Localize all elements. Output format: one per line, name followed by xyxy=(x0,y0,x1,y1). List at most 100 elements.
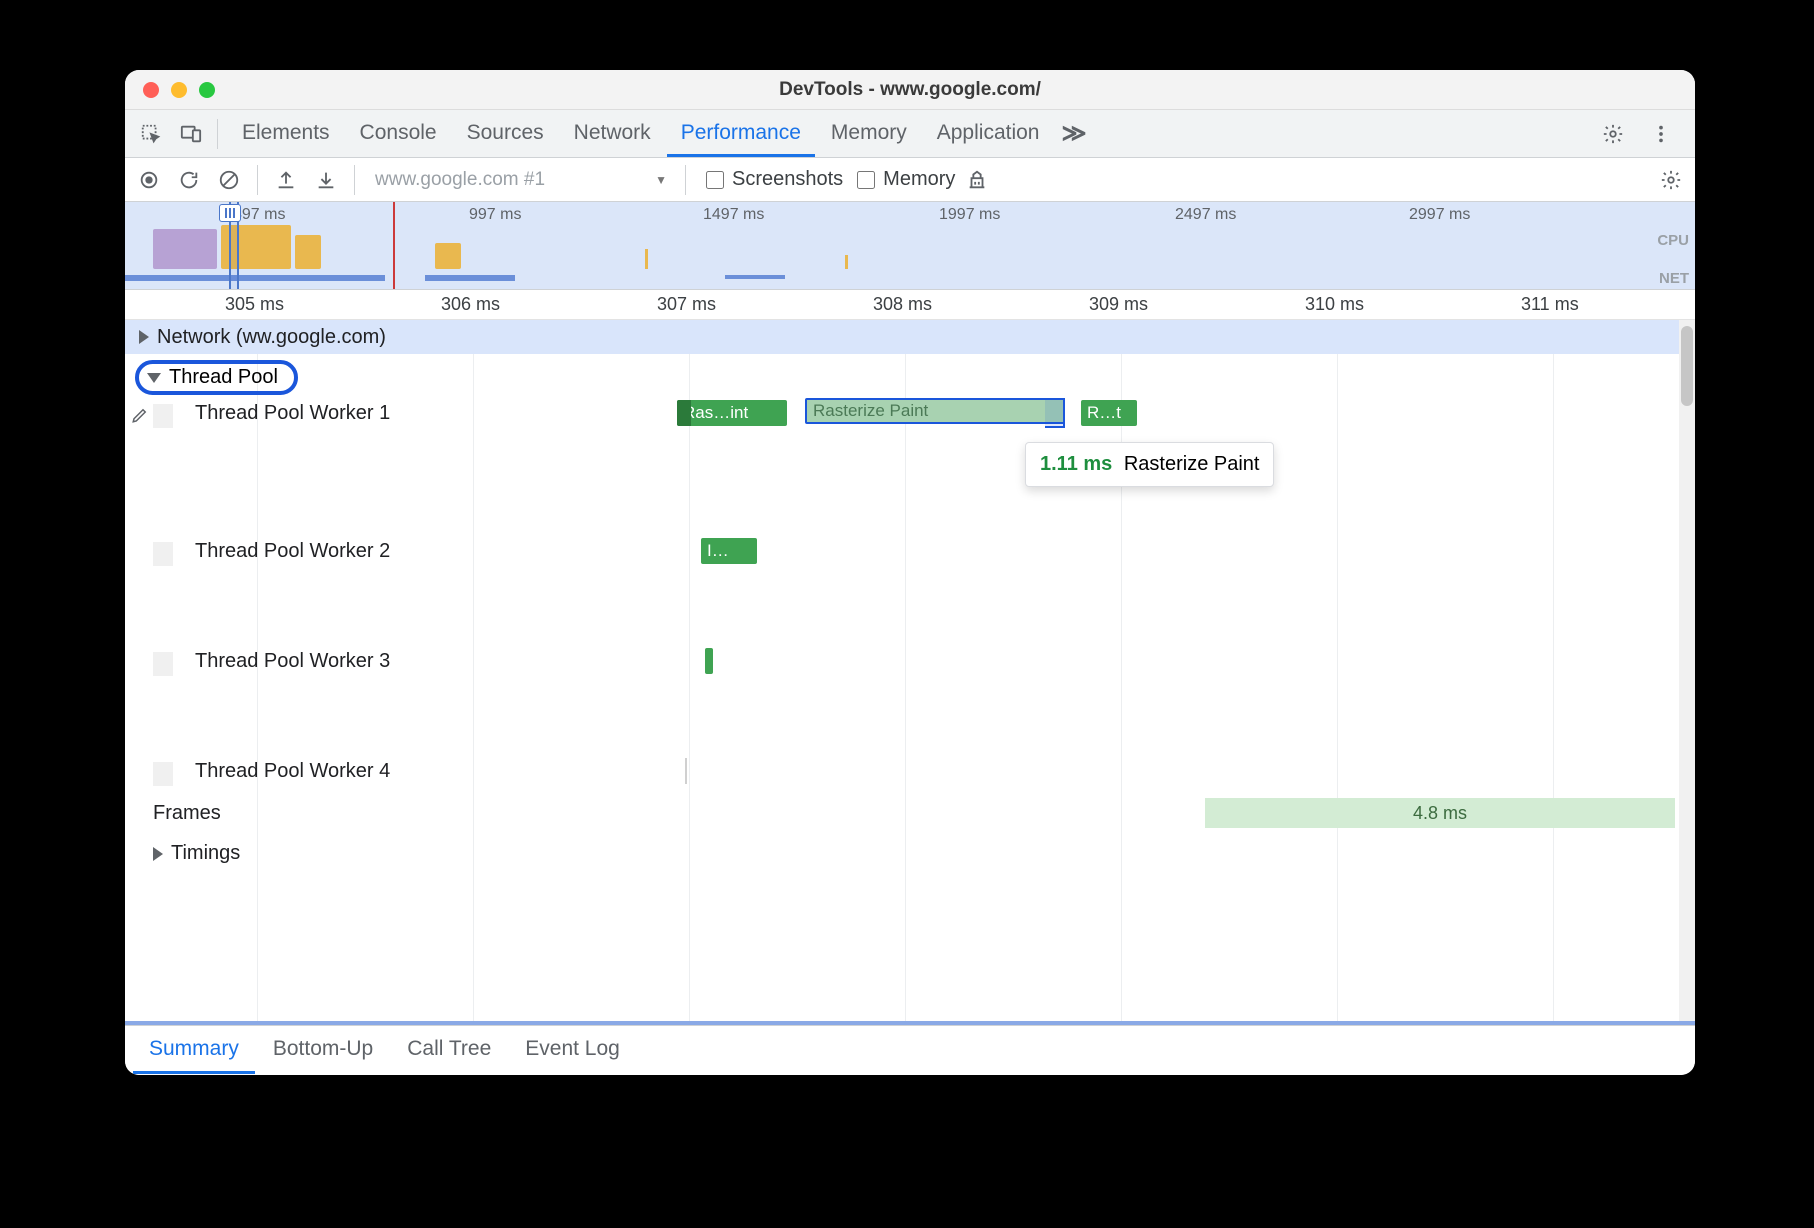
performance-toolbar: ▼ Screenshots Memory xyxy=(125,158,1695,202)
tab-sources[interactable]: Sources xyxy=(453,111,558,157)
profile-selector[interactable] xyxy=(365,165,675,195)
details-tab-call-tree[interactable]: Call Tree xyxy=(391,1027,507,1074)
details-tab-summary[interactable]: Summary xyxy=(133,1027,255,1074)
tab-performance[interactable]: Performance xyxy=(667,111,815,157)
screenshots-checkbox[interactable]: Screenshots xyxy=(706,168,843,191)
upload-profile-icon[interactable] xyxy=(268,162,304,198)
tooltip-duration: 1.11 ms xyxy=(1040,453,1112,475)
overview-marker xyxy=(393,202,395,289)
expand-arrow-icon xyxy=(153,847,163,861)
overview-activity xyxy=(645,249,648,269)
worker-4-label[interactable]: Thread Pool Worker 4 xyxy=(195,760,390,783)
event-prefix xyxy=(677,400,691,426)
event-selection-extent xyxy=(1045,398,1065,428)
titlebar: DevTools - www.google.com/ xyxy=(125,70,1695,110)
overview-network-bar xyxy=(725,275,785,279)
track-label-bg xyxy=(153,404,173,428)
screenshots-checkbox-input[interactable] xyxy=(706,171,724,189)
event-tiny[interactable] xyxy=(685,758,687,784)
worker-1-label[interactable]: Thread Pool Worker 1 xyxy=(195,402,390,425)
ruler-tick: 311 ms xyxy=(1521,294,1579,315)
kebab-menu-icon[interactable] xyxy=(1641,114,1681,154)
separator xyxy=(217,119,218,149)
track-network-header[interactable]: Network (ww.google.com) xyxy=(125,320,1679,354)
scrollbar-thumb[interactable] xyxy=(1681,326,1693,406)
overview-activity xyxy=(435,243,461,269)
track-label-bg xyxy=(153,652,173,676)
more-tabs-icon[interactable]: ≫ xyxy=(1055,119,1092,148)
record-button-icon[interactable] xyxy=(131,162,167,198)
memory-checkbox-input[interactable] xyxy=(857,171,875,189)
details-tab-event-log[interactable]: Event Log xyxy=(509,1027,636,1074)
overview-activity xyxy=(295,235,321,269)
track-thread-pool-header[interactable]: Thread Pool xyxy=(135,360,298,395)
timeline-overview[interactable]: 497 ms 997 ms 1497 ms 1997 ms 2497 ms 29… xyxy=(125,202,1695,290)
memory-label: Memory xyxy=(883,168,955,191)
tooltip-name: Rasterize Paint xyxy=(1124,453,1260,475)
event-rasterize-1[interactable]: Ras…int xyxy=(677,400,787,426)
overview-net-label: NET xyxy=(1659,270,1689,287)
vertical-scrollbar[interactable] xyxy=(1679,320,1695,1021)
ruler-tick: 307 ms xyxy=(657,294,716,315)
event-tooltip: 1.11 ms Rasterize Paint xyxy=(1025,442,1274,487)
expand-arrow-icon xyxy=(139,330,149,344)
event-small[interactable] xyxy=(705,648,713,674)
tab-memory[interactable]: Memory xyxy=(817,111,921,157)
overview-tick: 1997 ms xyxy=(939,206,1000,224)
close-window-button[interactable] xyxy=(143,82,159,98)
device-toolbar-icon[interactable] xyxy=(171,114,211,154)
event-image-decode[interactable]: I… xyxy=(701,538,757,564)
zoom-window-button[interactable] xyxy=(199,82,215,98)
overview-network-bar xyxy=(125,275,385,281)
overview-tick: 2497 ms xyxy=(1175,206,1236,224)
event-rasterize-3[interactable]: R…t xyxy=(1081,400,1137,426)
timings-row-header[interactable]: Timings xyxy=(153,842,240,865)
window-title: DevTools - www.google.com/ xyxy=(125,79,1695,101)
details-tab-strip: Summary Bottom-Up Call Tree Event Log xyxy=(125,1025,1695,1075)
separator xyxy=(685,165,686,195)
memory-checkbox[interactable]: Memory xyxy=(857,168,955,191)
frames-row-label[interactable]: Frames xyxy=(153,802,221,825)
overview-cpu-label: CPU xyxy=(1657,232,1689,249)
overview-tick: 2997 ms xyxy=(1409,206,1470,224)
overview-network-bar xyxy=(425,275,515,281)
overview-activity xyxy=(845,255,848,269)
track-label-bg xyxy=(153,542,173,566)
tab-network[interactable]: Network xyxy=(560,111,665,157)
inspect-element-icon[interactable] xyxy=(131,114,171,154)
capture-settings-gear-icon[interactable] xyxy=(1653,162,1689,198)
garbage-collect-icon[interactable] xyxy=(959,162,995,198)
timeline-ruler[interactable]: 305 ms 306 ms 307 ms 308 ms 309 ms 310 m… xyxy=(125,290,1695,320)
separator xyxy=(354,165,355,195)
ruler-tick: 308 ms xyxy=(873,294,932,315)
event-rasterize-selected[interactable]: Rasterize Paint xyxy=(805,398,1065,424)
tab-application[interactable]: Application xyxy=(923,111,1054,157)
details-tab-bottom-up[interactable]: Bottom-Up xyxy=(257,1027,389,1074)
ruler-tick: 306 ms xyxy=(441,294,500,315)
collapse-arrow-icon xyxy=(147,373,161,383)
download-profile-icon[interactable] xyxy=(308,162,344,198)
flame-chart[interactable]: Network (ww.google.com) Thread Pool Thre… xyxy=(125,320,1695,1021)
window-controls xyxy=(143,82,215,98)
settings-gear-icon[interactable] xyxy=(1593,114,1633,154)
minimize-window-button[interactable] xyxy=(171,82,187,98)
track-thread-pool-label: Thread Pool xyxy=(169,366,278,389)
track-network-label: Network (ww.google.com) xyxy=(157,326,386,349)
tab-elements[interactable]: Elements xyxy=(228,111,344,157)
tab-console[interactable]: Console xyxy=(346,111,451,157)
overview-handle-left[interactable] xyxy=(219,204,241,222)
track-label-bg xyxy=(153,762,173,786)
overview-tick: 1497 ms xyxy=(703,206,764,224)
ruler-tick: 305 ms xyxy=(225,294,284,315)
timings-label: Timings xyxy=(171,842,240,865)
worker-3-label[interactable]: Thread Pool Worker 3 xyxy=(195,650,390,673)
ruler-tick: 309 ms xyxy=(1089,294,1148,315)
overview-activity xyxy=(153,229,217,269)
clear-icon[interactable] xyxy=(211,162,247,198)
reload-record-icon[interactable] xyxy=(171,162,207,198)
worker-2-label[interactable]: Thread Pool Worker 2 xyxy=(195,540,390,563)
edit-track-icon[interactable] xyxy=(131,406,149,429)
overview-tick: 997 ms xyxy=(469,206,521,224)
frame-bar[interactable]: 4.8 ms xyxy=(1205,798,1675,828)
separator xyxy=(257,165,258,195)
